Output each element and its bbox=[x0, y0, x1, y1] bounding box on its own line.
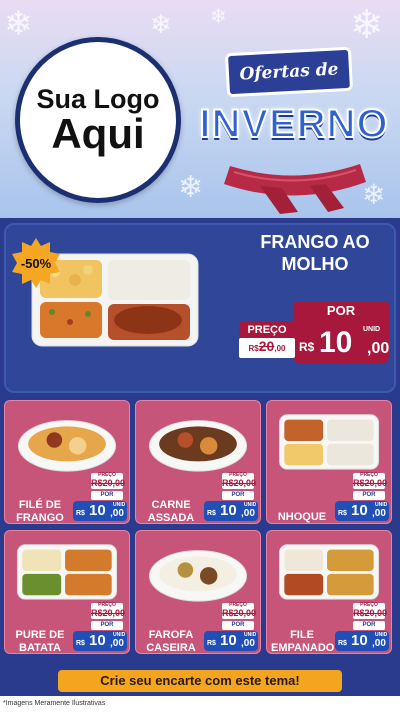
product-name-line-1: FILE bbox=[290, 629, 314, 641]
old-cents: ,00 bbox=[274, 344, 286, 353]
price-cents: ,00 bbox=[241, 508, 255, 519]
snowflake-icon: ❄ bbox=[150, 10, 172, 40]
price-value: 10 bbox=[351, 632, 368, 649]
por-label: POR bbox=[353, 621, 385, 630]
product-card[interactable]: FILÉ DE FRANGO PREÇO R$20,00 POR R$ 10 UNID ,00 bbox=[4, 400, 130, 524]
por-label: POR bbox=[91, 491, 123, 500]
old-price: PREÇO R$20,00 bbox=[91, 472, 126, 489]
price-value: 10 bbox=[89, 632, 106, 649]
disclaimer-text: *Imagens Meramente Ilustrativas bbox=[0, 696, 400, 712]
price-value: 10 bbox=[89, 502, 106, 519]
old-price: PREÇO R$20,00 bbox=[222, 602, 257, 619]
price-value: 10 bbox=[220, 502, 237, 519]
discount-badge: -50% bbox=[20, 255, 52, 271]
old-currency: R$ bbox=[248, 344, 259, 353]
product-name: FILE EMPANADO bbox=[271, 629, 335, 655]
product-name-line-1: NHOQUE bbox=[277, 511, 327, 523]
price-cents: ,00 bbox=[372, 638, 386, 649]
por-label: POR bbox=[222, 621, 254, 630]
currency-symbol: R$ bbox=[76, 510, 85, 517]
inverno-title: INVERNO bbox=[198, 101, 389, 147]
currency-symbol: R$ bbox=[338, 640, 347, 647]
product-name-line-1: PURE DE bbox=[15, 629, 65, 641]
product-card[interactable]: FAROFA CASEIRA PREÇO R$20,00 POR R$ 10 UNID ,00 bbox=[135, 530, 261, 654]
product-name-line-2: ASSADA bbox=[147, 512, 195, 525]
price-cents: ,00 bbox=[110, 508, 124, 519]
product-name-line-2: EMPANADO bbox=[271, 642, 335, 655]
hero-product-title: FRANGO AO MOLHO bbox=[240, 232, 390, 275]
price-tag: R$ 10 UNID ,00 bbox=[335, 501, 389, 521]
ofertas-text: Ofertas de bbox=[239, 59, 339, 85]
currency-symbol: R$ bbox=[299, 340, 315, 354]
por-label: POR bbox=[222, 491, 254, 500]
product-name-line-1: FAROFA bbox=[148, 629, 194, 641]
price-cents: ,00 bbox=[367, 340, 390, 357]
price-tag: R$ 10 UNID ,00 bbox=[335, 631, 389, 651]
unit-label: UNID bbox=[363, 326, 381, 333]
product-card[interactable]: PURE DE BATATA PREÇO R$20,00 POR R$ 10 UNID ,00 bbox=[4, 530, 130, 654]
por-label: POR bbox=[293, 302, 389, 320]
hero-title-line-1: FRANGO AO bbox=[260, 232, 370, 252]
logo-placeholder[interactable]: Sua Logo Aqui bbox=[15, 37, 181, 203]
currency-symbol: R$ bbox=[207, 510, 216, 517]
product-name: CARNE ASSADA bbox=[140, 499, 202, 525]
product-name-line-2: FRANGO bbox=[16, 512, 64, 525]
snowflake-icon: ❄ bbox=[4, 4, 33, 44]
logo-line-2: Aqui bbox=[51, 110, 145, 158]
product-name-line-2: CASEIRA bbox=[146, 642, 196, 655]
winter-header: ❄ ❄ ❄ ❄ ❄ ❄ Sua Logo Aqui Ofertas de INV… bbox=[0, 0, 400, 218]
product-image bbox=[148, 550, 248, 602]
currency-symbol: R$ bbox=[207, 640, 216, 647]
hero-price: R$ 10 UNID ,00 bbox=[293, 320, 389, 364]
price-cents: ,00 bbox=[241, 638, 255, 649]
scarf-illustration bbox=[224, 164, 366, 214]
price-tag: R$ 10 UNID ,00 bbox=[73, 631, 127, 651]
currency-symbol: R$ bbox=[76, 640, 85, 647]
hero-title-line-2: MOLHO bbox=[281, 253, 349, 274]
product-name-line-1: FILÉ DE bbox=[18, 499, 62, 511]
cta-banner[interactable]: Crie seu encarte com este tema! bbox=[58, 670, 342, 692]
price-tag: R$ 10 UNID ,00 bbox=[73, 501, 127, 521]
por-label: POR bbox=[353, 491, 385, 500]
price-tag: R$ 10 UNID ,00 bbox=[204, 501, 258, 521]
product-card[interactable]: FILE EMPANADO PREÇO R$20,00 POR R$ 10 UNID ,00 bbox=[266, 530, 392, 654]
preco-label: PREÇO bbox=[239, 322, 295, 338]
product-name: NHOQUE bbox=[271, 511, 333, 524]
product-name: FAROFA CASEIRA bbox=[140, 629, 202, 655]
por-label: POR bbox=[91, 621, 123, 630]
old-price-value: R$20,00 bbox=[91, 608, 126, 618]
product-image bbox=[278, 414, 380, 470]
product-image bbox=[278, 544, 380, 600]
product-card[interactable]: CARNE ASSADA PREÇO R$20,00 POR R$ 10 UNID ,00 bbox=[135, 400, 261, 524]
product-image bbox=[16, 544, 118, 600]
old-price-value: R$20,00 bbox=[222, 478, 257, 488]
old-price-value: R$20,00 bbox=[353, 608, 388, 618]
price-value: 10 bbox=[220, 632, 237, 649]
product-name-line-2: BATATA bbox=[19, 642, 61, 655]
currency-symbol: R$ bbox=[338, 510, 347, 517]
product-card[interactable]: NHOQUE PREÇO R$20,00 POR R$ 10 UNID ,00 bbox=[266, 400, 392, 524]
product-name: FILÉ DE FRANGO bbox=[9, 499, 71, 525]
product-image bbox=[148, 420, 248, 472]
product-name-line-1: CARNE bbox=[151, 499, 191, 511]
logo-line-1: Sua Logo bbox=[36, 83, 160, 114]
winter-offers-sign: Ofertas de INVERNO bbox=[196, 24, 392, 214]
old-price: PREÇO R$20,00 bbox=[222, 472, 257, 489]
old-price: R$20,00 bbox=[239, 338, 295, 358]
product-image bbox=[17, 420, 117, 472]
old-value: 20 bbox=[258, 338, 275, 354]
price-tag: R$ 10 UNID ,00 bbox=[204, 631, 258, 651]
old-price-value: R$20,00 bbox=[353, 478, 388, 488]
price-cents: ,00 bbox=[110, 638, 124, 649]
old-price: PREÇO R$20,00 bbox=[91, 602, 126, 619]
price-cents: ,00 bbox=[372, 508, 386, 519]
old-price-value: R$20,00 bbox=[222, 608, 257, 618]
old-price-value: R$20,00 bbox=[91, 478, 126, 488]
price-value: 10 bbox=[319, 326, 353, 359]
old-price: PREÇO R$20,00 bbox=[353, 472, 388, 489]
price-value: 10 bbox=[351, 502, 368, 519]
old-price: PREÇO R$20,00 bbox=[353, 602, 388, 619]
ofertas-banner: Ofertas de bbox=[224, 46, 354, 98]
product-name: PURE DE BATATA bbox=[9, 629, 71, 655]
